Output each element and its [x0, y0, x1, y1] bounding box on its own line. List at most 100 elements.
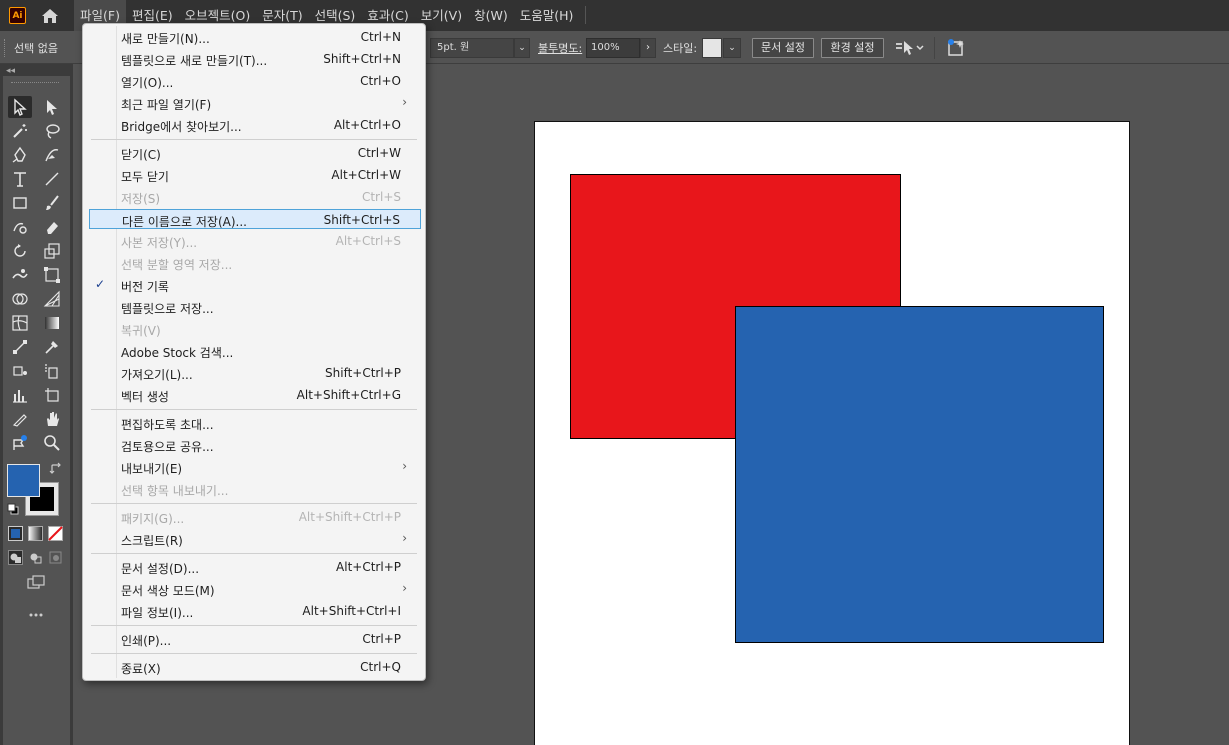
perspective-grid-tool-icon[interactable]	[40, 288, 64, 310]
menu-item-generate-vectors[interactable]: 벡터 생성 Alt+Shift+Ctrl+G	[89, 385, 421, 405]
style-label: 스타일:	[663, 42, 698, 55]
collapse-panels-icon[interactable]: ◂◂	[6, 66, 15, 76]
column-graph-tool-icon[interactable]	[8, 384, 32, 406]
menu-item-invite-to-edit[interactable]: 편집하도록 초대...	[89, 413, 421, 433]
opacity-input[interactable]: 100%	[586, 38, 640, 58]
menu-item-place[interactable]: 가져오기(L)... Shift+Ctrl+P	[89, 363, 421, 383]
menu-item-revert: 복귀(V)	[121, 324, 161, 338]
hand-tool-icon[interactable]	[40, 408, 64, 430]
scale-tool-icon[interactable]	[40, 240, 64, 262]
chevron-down-icon[interactable]: ⌄	[723, 38, 741, 58]
chevron-right-icon: ›	[402, 581, 407, 595]
zoom-tool-icon[interactable]	[40, 432, 64, 454]
control-bar-divider	[934, 37, 935, 59]
fill-color-swatch[interactable]	[7, 464, 40, 497]
menu-item-save-copy: 사본 저장(Y)... Alt+Ctrl+S	[121, 234, 401, 250]
chevron-right-icon: ›	[402, 531, 407, 545]
rectangle-tool-icon[interactable]	[8, 192, 32, 214]
pen-tool-icon[interactable]	[8, 144, 32, 166]
gradient-mode-icon[interactable]	[28, 526, 43, 541]
menu-separator	[91, 503, 417, 504]
menu-separator	[91, 409, 417, 410]
more-tools-icon[interactable]	[24, 604, 48, 626]
opacity-label[interactable]: 불투명도:	[538, 40, 582, 56]
menu-item-version-history[interactable]: ✓ 버전 기록	[89, 275, 421, 295]
chevron-right-icon[interactable]: ›	[640, 38, 656, 58]
menu-item-new[interactable]: 새로 만들기(N)... Ctrl+N	[89, 27, 421, 47]
menu-item-export-selection: 선택 항목 내보내기...	[121, 484, 229, 498]
menu-item-print[interactable]: 인쇄(P)... Ctrl+P	[89, 629, 421, 649]
draw-inside-icon[interactable]	[48, 550, 63, 565]
menu-help[interactable]: 도움말(H)	[514, 0, 580, 31]
rotate-tool-icon[interactable]	[8, 240, 32, 262]
control-bar-grip[interactable]	[4, 39, 7, 57]
menu-item-save-as[interactable]: 다른 이름으로 저장(A)... Shift+Ctrl+S	[89, 209, 421, 229]
shape-builder-tool-icon[interactable]	[8, 288, 32, 310]
menu-item-close-all[interactable]: 모두 닫기 Alt+Ctrl+W	[89, 165, 421, 185]
style-swatch[interactable]	[702, 38, 722, 58]
warp-tool-icon[interactable]	[8, 264, 32, 286]
menu-item-save-selected-slices: 선택 분할 영역 저장...	[121, 258, 233, 272]
magic-wand-tool-icon[interactable]	[8, 120, 32, 142]
tools-panel-grip[interactable]	[11, 82, 59, 85]
shaper-tool-icon[interactable]	[8, 216, 32, 238]
direct-selection-tool-icon[interactable]	[40, 96, 64, 118]
menu-item-search-adobe-stock[interactable]: Adobe Stock 검색...	[89, 341, 421, 361]
eraser-tool-icon[interactable]	[40, 216, 64, 238]
selection-tool-icon[interactable]	[8, 96, 32, 118]
document-setup-button[interactable]: 문서 설정	[752, 38, 814, 58]
screen-mode-icon[interactable]	[24, 572, 48, 594]
paintbrush-tool-icon[interactable]	[40, 192, 64, 214]
none-mode-icon[interactable]	[48, 526, 63, 541]
illustrator-window: Ai 파일(F) 편집(E) 오브젝트(O) 문자(T) 선택(S) 효과(C)…	[0, 0, 1229, 745]
menu-item-close[interactable]: 닫기(C) Ctrl+W	[89, 143, 421, 163]
mesh-tool-icon[interactable]	[8, 312, 32, 334]
symbol-sprayer-tool-icon[interactable]	[40, 360, 64, 382]
menu-item-new-from-template[interactable]: 템플릿으로 새로 만들기(T)... Shift+Ctrl+N	[89, 49, 421, 69]
menu-item-open[interactable]: 열기(O)... Ctrl+O	[89, 71, 421, 91]
brush-size-field[interactable]: 5pt. 원	[430, 38, 514, 58]
gen-ai-tool-icon[interactable]	[8, 432, 32, 454]
menu-separator	[91, 139, 417, 140]
preferences-button[interactable]: 환경 설정	[821, 38, 884, 58]
menu-item-document-setup[interactable]: 문서 설정(D)... Alt+Ctrl+P	[89, 557, 421, 577]
menu-item-export[interactable]: 내보내기(E) ›	[89, 457, 421, 477]
menu-item-save-as-template[interactable]: 템플릿으로 저장...	[89, 297, 421, 317]
blue-rectangle[interactable]	[735, 306, 1104, 643]
chevron-right-icon: ›	[402, 459, 407, 473]
draw-normal-icon[interactable]	[8, 550, 23, 565]
menu-item-document-color-mode[interactable]: 문서 색상 모드(M) ›	[89, 579, 421, 599]
menu-window[interactable]: 창(W)	[468, 0, 514, 31]
chevron-right-icon: ›	[402, 95, 407, 109]
menu-item-file-info[interactable]: 파일 정보(I)... Alt+Shift+Ctrl+I	[89, 601, 421, 621]
menu-item-save: 저장(S) Ctrl+S	[121, 190, 401, 206]
draw-behind-icon[interactable]	[28, 550, 43, 565]
arrange-documents-icon[interactable]	[894, 39, 926, 57]
gradient-tool-icon[interactable]	[40, 312, 64, 334]
blend-tool-icon[interactable]	[8, 336, 32, 358]
live-paint-bucket-icon[interactable]	[8, 360, 32, 382]
file-menu-dropdown: 새로 만들기(N)... Ctrl+N 템플릿으로 새로 만들기(T)... Shi…	[82, 23, 426, 681]
color-mode-icon[interactable]	[8, 526, 23, 541]
type-tool-icon[interactable]	[8, 168, 32, 190]
share-for-review-icon[interactable]	[946, 38, 968, 58]
menu-item-exit[interactable]: 종료(X) Ctrl+Q	[89, 657, 421, 677]
curvature-tool-icon[interactable]	[40, 144, 64, 166]
menu-item-open-recent[interactable]: 최근 파일 열기(F) ›	[89, 93, 421, 113]
menu-item-scripts[interactable]: 스크립트(R) ›	[89, 529, 421, 549]
selection-status: 선택 없음	[14, 42, 58, 55]
swap-fill-stroke-icon[interactable]	[49, 462, 63, 476]
menu-separator	[91, 625, 417, 626]
menu-separator	[91, 653, 417, 654]
menu-item-browse-bridge[interactable]: Bridge에서 찾아보기... Alt+Ctrl+O	[89, 115, 421, 135]
line-segment-tool-icon[interactable]	[40, 168, 64, 190]
free-transform-tool-icon[interactable]	[40, 264, 64, 286]
eyedropper-tool-icon[interactable]	[40, 336, 64, 358]
menu-item-share-for-review[interactable]: 검토용으로 공유...	[89, 435, 421, 455]
artboard-tool-icon[interactable]	[40, 384, 64, 406]
lasso-tool-icon[interactable]	[40, 120, 64, 142]
chevron-down-icon[interactable]: ⌄	[514, 38, 530, 58]
home-icon[interactable]	[40, 6, 60, 26]
slice-tool-icon[interactable]	[8, 408, 32, 430]
default-colors-icon[interactable]	[7, 503, 19, 515]
